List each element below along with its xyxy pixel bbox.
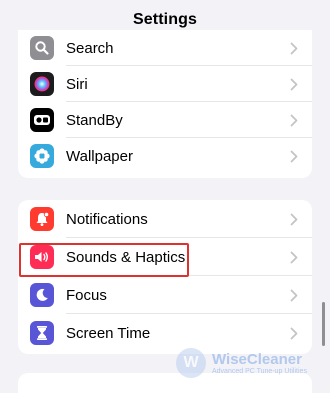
chevron-right-icon bbox=[288, 113, 300, 127]
row-label: Screen Time bbox=[66, 324, 151, 342]
chevron-right-icon bbox=[288, 212, 300, 226]
settings-row-search[interactable]: Search bbox=[18, 30, 312, 66]
watermark-logo-icon: W bbox=[176, 348, 206, 378]
settings-row-standby[interactable]: StandBy bbox=[18, 102, 312, 138]
watermark-tagline: Advanced PC Tune-up Utilities bbox=[212, 368, 307, 375]
moon-icon bbox=[30, 283, 54, 307]
settings-group-2: Notifications Sounds & Haptics Focus Scr… bbox=[18, 200, 312, 354]
settings-row-siri[interactable]: Siri bbox=[18, 66, 312, 102]
bell-icon bbox=[30, 207, 54, 231]
settings-group-1: Search Siri StandBy Wallpaper bbox=[18, 30, 312, 178]
row-label: Notifications bbox=[66, 210, 148, 228]
row-label: Focus bbox=[66, 286, 107, 304]
settings-row-wallpaper[interactable]: Wallpaper bbox=[18, 138, 312, 174]
chevron-right-icon bbox=[288, 41, 300, 55]
settings-row-focus[interactable]: Focus bbox=[18, 276, 312, 314]
search-icon bbox=[30, 36, 54, 60]
highlight-box bbox=[19, 243, 189, 277]
standby-icon bbox=[30, 108, 54, 132]
watermark-logo: W WiseCleaner Advanced PC Tune-up Utilit… bbox=[176, 344, 326, 382]
chevron-right-icon bbox=[288, 288, 300, 302]
scroll-indicator[interactable] bbox=[322, 302, 325, 346]
chevron-right-icon bbox=[288, 149, 300, 163]
row-label: Wallpaper bbox=[66, 147, 133, 165]
row-label: Search bbox=[66, 39, 114, 57]
row-label: Siri bbox=[66, 75, 88, 93]
hourglass-icon bbox=[30, 321, 54, 345]
settings-row-notifications[interactable]: Notifications bbox=[18, 200, 312, 238]
row-label: StandBy bbox=[66, 111, 123, 129]
page-title: Settings bbox=[133, 11, 197, 28]
chevron-right-icon bbox=[288, 326, 300, 340]
chevron-right-icon bbox=[288, 250, 300, 264]
watermark-name: WiseCleaner bbox=[212, 351, 302, 368]
chevron-right-icon bbox=[288, 77, 300, 91]
siri-icon bbox=[30, 72, 54, 96]
wallpaper-icon bbox=[30, 144, 54, 168]
